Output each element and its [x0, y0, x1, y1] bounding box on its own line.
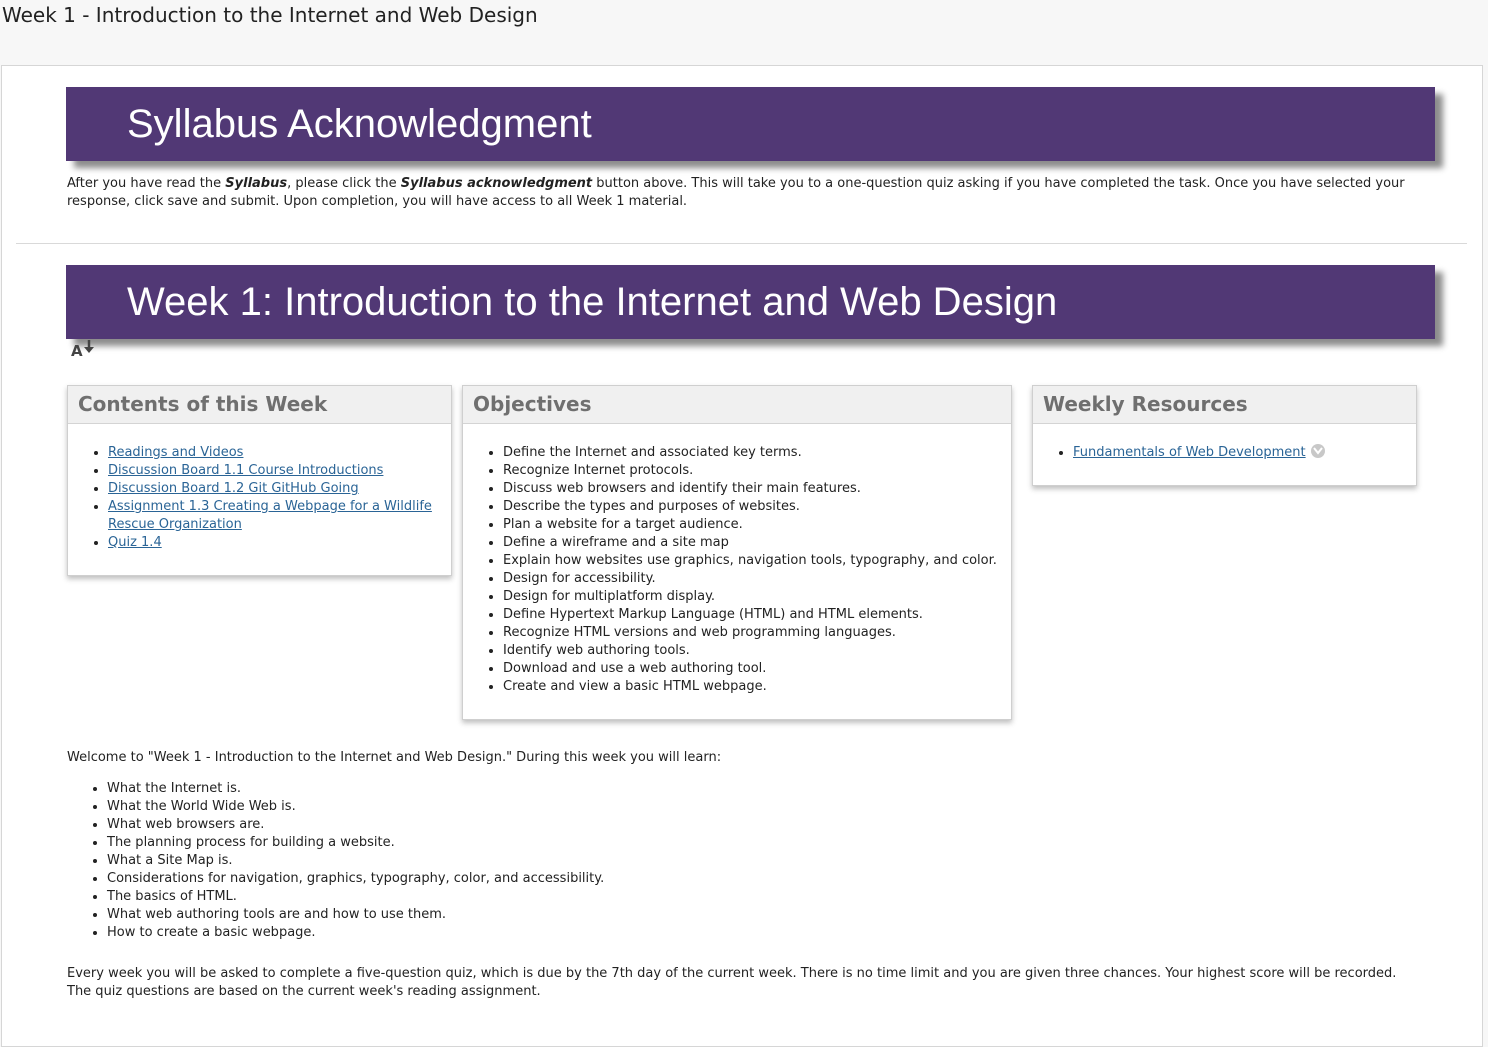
assignment-1-3-link[interactable]: Assignment 1.3 Creating a Webpage for a … — [108, 499, 432, 532]
syllabus-text-1: After you have read the — [67, 176, 226, 191]
text-size-icon[interactable]: A — [70, 338, 98, 360]
list-item: Discuss web browsers and identify their … — [503, 480, 1011, 498]
list-item: The planning process for building a webs… — [107, 834, 604, 852]
syllabus-instructions: After you have read the Syllabus, please… — [67, 175, 1437, 211]
page-title: Week 1 - Introduction to the Internet an… — [2, 3, 538, 27]
fundamentals-web-dev-link[interactable]: Fundamentals of Web Development — [1073, 445, 1306, 460]
quiz-note: Every week you will be asked to complete… — [67, 966, 1397, 999]
list-item: Assignment 1.3 Creating a Webpage for a … — [108, 498, 451, 534]
list-item: Quiz 1.4 — [108, 534, 451, 552]
resources-panel: Weekly Resources Fundamentals of Web Dev… — [1032, 385, 1417, 486]
list-item: What the World Wide Web is. — [107, 798, 604, 816]
syllabus-emphasis: Syllabus — [225, 176, 288, 191]
list-item: Design for accessibility. — [503, 570, 1011, 588]
syllabus-acknowledgment-banner[interactable]: Syllabus Acknowledgment — [66, 87, 1435, 161]
contents-list: Readings and Videos Discussion Board 1.1… — [68, 444, 451, 552]
list-item: Recognize HTML versions and web programm… — [503, 624, 1011, 642]
list-item: Design for multiplatform display. — [503, 588, 1011, 606]
svg-text:A: A — [71, 342, 83, 360]
objectives-panel: Objectives Define the Internet and assoc… — [462, 385, 1012, 720]
list-item: What web authoring tools are and how to … — [107, 906, 604, 924]
list-item: Fundamentals of Web Development — [1073, 444, 1416, 462]
contents-panel-title: Contents of this Week — [68, 386, 451, 424]
quiz-1-4-link[interactable]: Quiz 1.4 — [108, 535, 162, 550]
list-item: Download and use a web authoring tool. — [503, 660, 1011, 678]
list-item: Describe the types and purposes of websi… — [503, 498, 1011, 516]
list-item: Define the Internet and associated key t… — [503, 444, 1011, 462]
list-item: Create and view a basic HTML webpage. — [503, 678, 1011, 696]
welcome-text: Welcome to "Week 1 - Introduction to the… — [67, 750, 722, 765]
discussion-1-1-link[interactable]: Discussion Board 1.1 Course Introduction… — [108, 463, 383, 478]
chevron-down-icon[interactable] — [1310, 444, 1325, 458]
section-divider — [16, 243, 1467, 244]
list-item: Considerations for navigation, graphics,… — [107, 870, 604, 888]
objectives-panel-title: Objectives — [463, 386, 1011, 424]
list-item: Readings and Videos — [108, 444, 451, 462]
list-item: Identify web authoring tools. — [503, 642, 1011, 660]
discussion-1-2-link[interactable]: Discussion Board 1.2 Git GitHub Going — [108, 481, 359, 496]
list-item: Recognize Internet protocols. — [503, 462, 1011, 480]
readings-videos-link[interactable]: Readings and Videos — [108, 445, 243, 460]
list-item: Discussion Board 1.1 Course Introduction… — [108, 462, 451, 480]
list-item: The basics of HTML. — [107, 888, 604, 906]
learn-list: What the Internet is. What the World Wid… — [67, 780, 604, 942]
contents-panel: Contents of this Week Readings and Video… — [67, 385, 452, 576]
list-item: Define a wireframe and a site map — [503, 534, 1011, 552]
week-banner: Week 1: Introduction to the Internet and… — [66, 265, 1435, 339]
list-item: Discussion Board 1.2 Git GitHub Going — [108, 480, 451, 498]
list-item: What web browsers are. — [107, 816, 604, 834]
list-item: What the Internet is. — [107, 780, 604, 798]
resources-panel-title: Weekly Resources — [1033, 386, 1416, 424]
list-item: How to create a basic webpage. — [107, 924, 604, 942]
list-item: Define Hypertext Markup Language (HTML) … — [503, 606, 1011, 624]
list-item: What a Site Map is. — [107, 852, 604, 870]
syllabus-ack-emphasis: Syllabus acknowledgment — [400, 176, 593, 191]
syllabus-text-2: , please click the — [287, 176, 401, 191]
list-item: Explain how websites use graphics, navig… — [503, 552, 1011, 570]
objectives-list: Define the Internet and associated key t… — [463, 444, 1011, 696]
resources-list: Fundamentals of Web Development — [1033, 444, 1416, 462]
list-item: Plan a website for a target audience. — [503, 516, 1011, 534]
